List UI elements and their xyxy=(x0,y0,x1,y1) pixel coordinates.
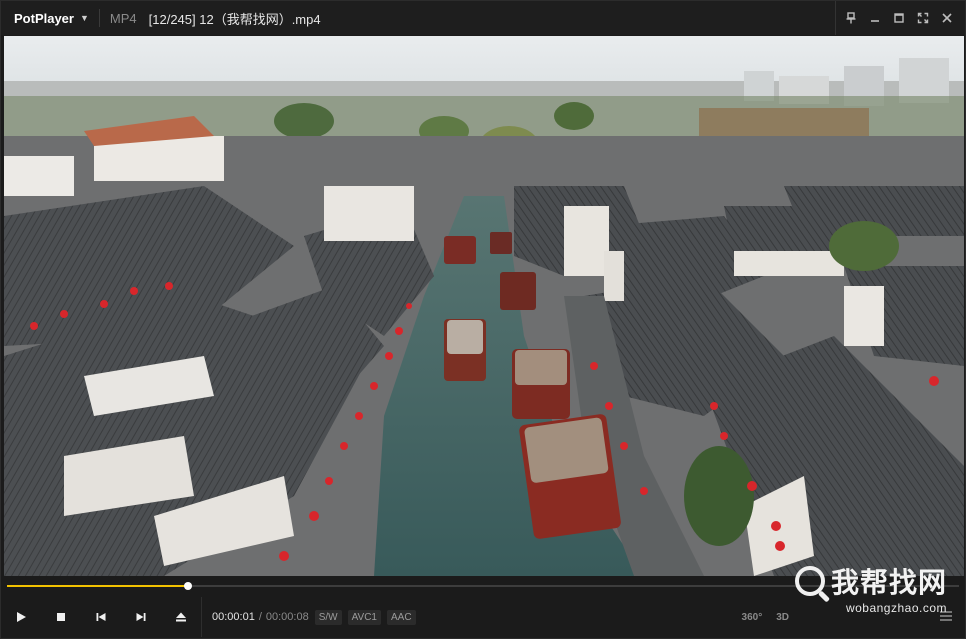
menu-icon[interactable] xyxy=(939,610,953,625)
video-frame[interactable] xyxy=(4,36,964,576)
divider xyxy=(835,1,836,35)
previous-button[interactable] xyxy=(81,597,121,637)
app-menu-button[interactable]: PotPlayer ▼ xyxy=(1,1,97,35)
stop-button[interactable] xyxy=(41,597,81,637)
format-label: MP4 xyxy=(109,10,137,26)
current-time: 00:00:01 xyxy=(212,611,255,623)
maximize-icon[interactable] xyxy=(887,6,911,30)
time-separator: / xyxy=(258,611,262,623)
3d-button[interactable]: 3D xyxy=(776,612,789,623)
audio-codec-tag[interactable]: AAC xyxy=(387,609,416,625)
play-button[interactable] xyxy=(1,597,41,637)
file-title: [12/245] 12（我帮找网）.mp4 xyxy=(148,11,321,27)
divider xyxy=(98,9,100,27)
next-button[interactable] xyxy=(121,597,161,637)
divider xyxy=(201,597,202,637)
control-bar: 00:00:01/00:00:08 S/W AVC1 AAC 360° 3D xyxy=(1,595,965,639)
360-button[interactable]: 360° xyxy=(742,612,763,623)
pin-icon[interactable] xyxy=(839,6,863,30)
eject-button[interactable] xyxy=(161,597,201,637)
minimize-icon[interactable] xyxy=(863,6,887,30)
video-codec-tag[interactable]: AVC1 xyxy=(347,609,381,625)
time-display[interactable]: 00:00:01/00:00:08 xyxy=(212,611,309,623)
fullscreen-icon[interactable] xyxy=(911,6,935,30)
right-controls: 360° 3D xyxy=(728,595,953,639)
total-time: 00:00:08 xyxy=(265,611,309,623)
window-controls xyxy=(839,1,959,35)
close-icon[interactable] xyxy=(935,6,959,30)
seek-bar[interactable] xyxy=(7,580,959,592)
video-scene-image xyxy=(4,36,964,576)
title-bar: PotPlayer ▼ MP4 [12/245] 12（我帮找网）.mp4 xyxy=(1,1,965,35)
stop-icon xyxy=(57,613,65,621)
app-name: PotPlayer xyxy=(14,10,74,26)
next-icon xyxy=(136,613,146,621)
eject-icon xyxy=(176,612,186,622)
potplayer-window: PotPlayer ▼ MP4 [12/245] 12（我帮找网）.mp4 我帮… xyxy=(0,0,966,639)
previous-icon xyxy=(96,613,106,621)
sw-decoder-tag[interactable]: S/W xyxy=(314,609,342,625)
seek-progress xyxy=(7,585,188,587)
chevron-down-icon: ▼ xyxy=(79,13,89,23)
seek-handle[interactable] xyxy=(183,582,192,590)
play-icon xyxy=(17,612,26,622)
